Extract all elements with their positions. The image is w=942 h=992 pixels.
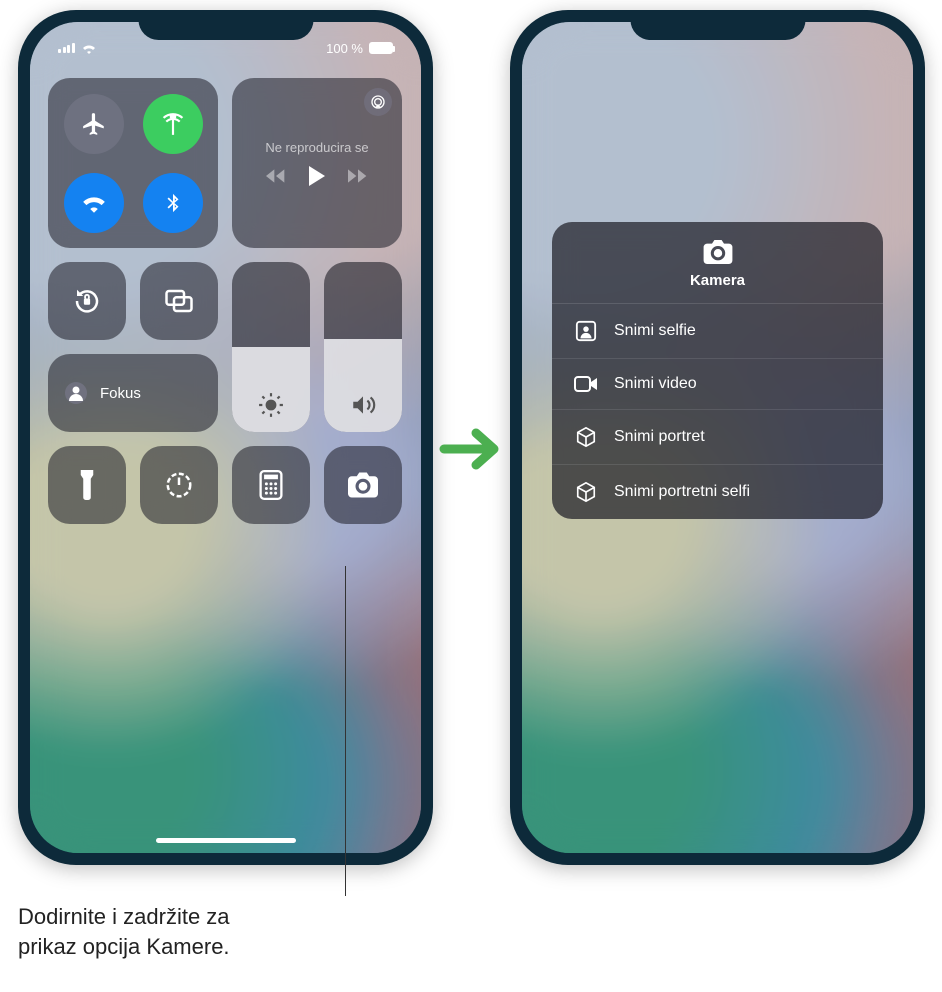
bluetooth-toggle[interactable] — [143, 173, 203, 233]
focus-label: Fokus — [100, 385, 141, 402]
play-button[interactable] — [308, 166, 326, 186]
airplane-mode-toggle[interactable] — [64, 94, 124, 154]
menu-item-label: Snimi portretni selfi — [614, 483, 750, 501]
screen-mirroring-icon — [164, 288, 194, 314]
focus-button[interactable]: Fokus — [48, 354, 218, 432]
antenna-icon — [160, 111, 186, 137]
next-track-button[interactable] — [348, 168, 368, 184]
battery-icon — [369, 42, 393, 54]
timer-icon — [164, 470, 194, 500]
camera-quick-actions-menu: Kamera Snimi selfie Snimi video — [552, 222, 883, 519]
camera-menu-item-selfie[interactable]: Snimi selfie — [552, 304, 883, 358]
menu-item-label: Snimi portret — [614, 428, 705, 446]
notch — [138, 10, 313, 40]
timer-button[interactable] — [140, 446, 218, 524]
cellular-data-toggle[interactable] — [143, 94, 203, 154]
camera-menu-item-portrait[interactable]: Snimi portret — [552, 409, 883, 464]
connectivity-tile[interactable] — [48, 78, 218, 248]
transition-arrow-icon — [438, 425, 504, 473]
wifi-toggle[interactable] — [64, 173, 124, 233]
airplane-icon — [81, 111, 107, 137]
flashlight-icon — [76, 470, 98, 500]
flashlight-button[interactable] — [48, 446, 126, 524]
video-icon — [574, 375, 598, 393]
camera-menu-title: Kamera — [690, 272, 745, 289]
airplay-button[interactable] — [364, 88, 392, 116]
cellular-signal-icon — [58, 43, 75, 53]
brightness-slider[interactable] — [232, 262, 310, 432]
camera-menu-item-video[interactable]: Snimi video — [552, 358, 883, 409]
home-indicator[interactable] — [156, 838, 296, 843]
cube-icon — [574, 481, 598, 503]
camera-icon — [348, 472, 378, 498]
camera-menu-item-portrait-selfie[interactable]: Snimi portretni selfi — [552, 464, 883, 519]
cube-icon — [574, 426, 598, 448]
media-tile[interactable]: Ne reproducira se — [232, 78, 402, 248]
media-title: Ne reproducira se — [265, 140, 368, 156]
menu-item-label: Snimi video — [614, 375, 697, 393]
bluetooth-icon — [162, 190, 184, 216]
focus-icon — [64, 381, 88, 405]
notch — [630, 10, 805, 40]
wifi-status-icon — [81, 42, 97, 54]
calculator-icon — [259, 470, 283, 500]
camera-icon — [703, 240, 733, 264]
screen-mirroring-button[interactable] — [140, 262, 218, 340]
camera-button[interactable] — [324, 446, 402, 524]
airplay-icon — [370, 94, 386, 110]
person-square-icon — [574, 320, 598, 342]
phone-right-camera-menu: Kamera Snimi selfie Snimi video — [510, 10, 925, 865]
calculator-button[interactable] — [232, 446, 310, 524]
phone-left-control-center: 100 % — [18, 10, 433, 865]
brightness-icon — [232, 392, 310, 418]
orientation-lock-icon — [72, 286, 102, 316]
orientation-lock-button[interactable] — [48, 262, 126, 340]
callout-caption: Dodirnite i zadržite za prikaz opcija Ka… — [18, 902, 398, 961]
callout-leader-line — [345, 566, 346, 896]
previous-track-button[interactable] — [266, 168, 286, 184]
wifi-icon — [81, 190, 107, 216]
menu-item-label: Snimi selfie — [614, 322, 696, 340]
volume-slider[interactable] — [324, 262, 402, 432]
battery-percentage: 100 % — [326, 41, 363, 56]
volume-icon — [324, 392, 402, 418]
